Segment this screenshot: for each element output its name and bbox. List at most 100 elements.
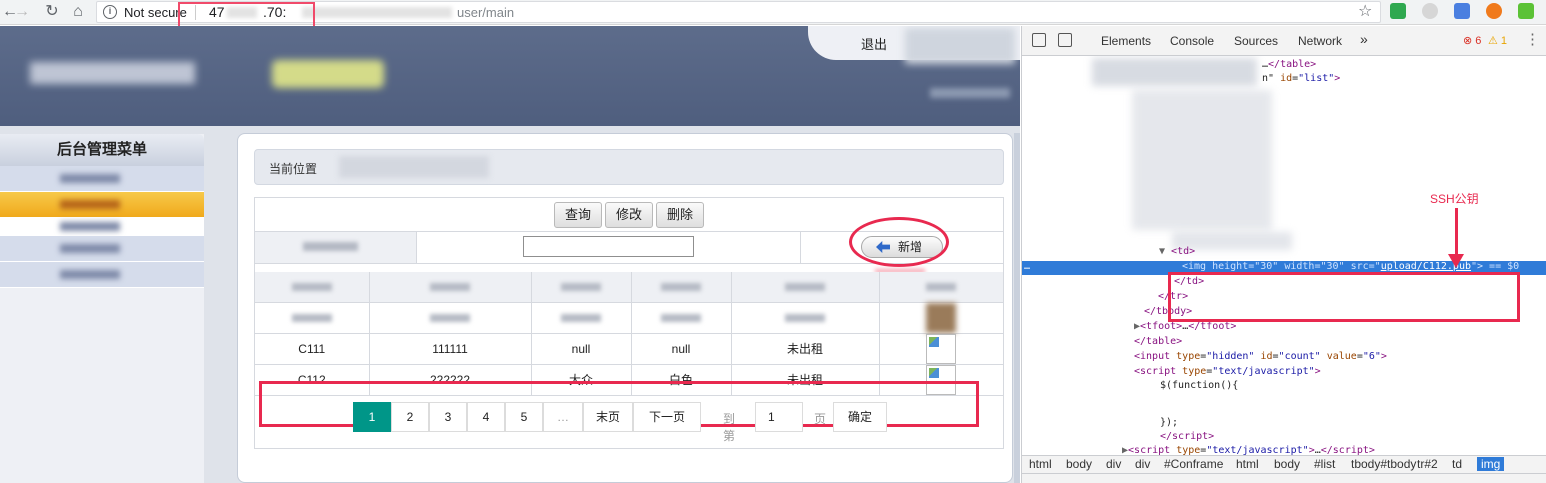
add-button-highlight bbox=[849, 217, 949, 267]
table-cell: 111111 bbox=[369, 333, 532, 365]
url-path: user/main bbox=[457, 5, 515, 20]
tab-elements[interactable]: Elements bbox=[1101, 34, 1151, 48]
code-line: …</table> bbox=[1262, 59, 1317, 70]
reload-icon[interactable]: ↻ bbox=[42, 2, 62, 22]
table-cell bbox=[631, 302, 732, 334]
tab-console[interactable]: Console bbox=[1170, 34, 1214, 48]
device-toolbar-icon[interactable] bbox=[1058, 33, 1072, 47]
crumb-conframe[interactable]: #Conframe bbox=[1164, 457, 1223, 471]
translate-extension-icon[interactable] bbox=[1454, 3, 1470, 19]
confirm-button[interactable]: 确定 bbox=[833, 402, 887, 432]
crumb-tbody[interactable]: tbody#tbody bbox=[1351, 457, 1416, 471]
page-5-button[interactable]: 5 bbox=[505, 402, 543, 432]
car-thumbnail[interactable] bbox=[926, 302, 957, 333]
crumb-body[interactable]: body bbox=[1274, 457, 1300, 471]
edit-button[interactable]: 修改 bbox=[605, 202, 654, 228]
extension-icon[interactable] bbox=[1422, 3, 1438, 19]
sidebar-item[interactable] bbox=[0, 236, 204, 262]
header-redacted bbox=[430, 282, 470, 291]
table-row[interactable] bbox=[255, 302, 1003, 334]
sidebar-item-active[interactable] bbox=[0, 192, 204, 218]
code-line[interactable]: ▼ <td> bbox=[1159, 245, 1195, 259]
site-logo-image bbox=[272, 60, 384, 88]
goto-page-input[interactable]: 1 bbox=[755, 402, 803, 432]
code-line: </script> bbox=[1160, 431, 1215, 442]
next-page-button[interactable]: 下一页 bbox=[633, 402, 701, 432]
crumb-list[interactable]: #list bbox=[1314, 457, 1335, 471]
crumb-img[interactable]: img bbox=[1477, 457, 1505, 471]
info-icon[interactable]: i bbox=[103, 5, 117, 19]
header-redacted bbox=[561, 282, 601, 291]
page-3-button[interactable]: 3 bbox=[429, 402, 467, 432]
code-line[interactable]: </table> bbox=[1134, 335, 1182, 349]
crumb-body[interactable]: body bbox=[1066, 457, 1092, 471]
code-redacted bbox=[1092, 58, 1257, 86]
crumb-td[interactable]: td bbox=[1452, 457, 1462, 471]
search-label-cell bbox=[255, 232, 417, 263]
column-header bbox=[879, 272, 1003, 303]
page-unit-label: 页 bbox=[814, 412, 827, 426]
last-page-button[interactable]: 末页 bbox=[583, 402, 633, 432]
query-button[interactable]: 查询 bbox=[554, 202, 603, 228]
warning-count[interactable]: ⚠ 1 bbox=[1488, 34, 1507, 47]
extension-icon[interactable] bbox=[1486, 3, 1502, 19]
code-line[interactable]: <script type="text/javascript"> bbox=[1134, 365, 1321, 379]
column-header bbox=[631, 272, 732, 303]
selection-dots: … bbox=[1024, 261, 1031, 272]
search-input[interactable] bbox=[523, 236, 694, 257]
crumb-html[interactable]: html bbox=[1029, 457, 1052, 471]
table-row[interactable]: C111 111111 null null 未出租 bbox=[255, 333, 1003, 365]
column-header bbox=[531, 272, 632, 303]
column-header bbox=[369, 272, 532, 303]
devtools-menu-icon[interactable]: ⋮ bbox=[1525, 30, 1540, 48]
sidebar-item-label-redacted bbox=[60, 270, 120, 279]
sidebar-item[interactable] bbox=[0, 218, 204, 236]
dom-breadcrumbs: html body div div #Conframe html body #l… bbox=[1022, 455, 1546, 473]
tab-network[interactable]: Network bbox=[1298, 34, 1342, 48]
code-line: $(function(){ bbox=[1160, 380, 1239, 391]
table-cell: null bbox=[631, 333, 732, 365]
tab-sources[interactable]: Sources bbox=[1234, 34, 1278, 48]
table-cell: null bbox=[531, 333, 632, 365]
crumb-div[interactable]: div bbox=[1135, 457, 1150, 471]
home-icon[interactable]: ⌂ bbox=[68, 2, 88, 22]
forward-icon[interactable]: → bbox=[12, 2, 32, 22]
devtools-panel: Elements Console Sources Network » ⊗ 6 ⚠… bbox=[1021, 26, 1546, 483]
crumb-div[interactable]: div bbox=[1106, 457, 1121, 471]
table-cell: 未出租 bbox=[731, 333, 880, 365]
page-4-button[interactable]: 4 bbox=[467, 402, 505, 432]
shield-extension-icon[interactable] bbox=[1390, 3, 1406, 19]
error-count[interactable]: ⊗ 6 bbox=[1463, 34, 1481, 47]
extension-icon[interactable] bbox=[1518, 3, 1534, 19]
crumb-tr[interactable]: tr#2 bbox=[1417, 457, 1438, 471]
goto-label: 到第 bbox=[723, 412, 736, 443]
table-cell bbox=[531, 302, 632, 334]
sidebar-item-label-redacted bbox=[60, 244, 120, 253]
site-banner: 退出 bbox=[0, 26, 1020, 126]
site-logo-redacted bbox=[30, 62, 195, 84]
breadcrumb-label: 当前位置 bbox=[269, 162, 318, 176]
header-redacted bbox=[661, 282, 701, 291]
page-2-button[interactable]: 2 bbox=[391, 402, 429, 432]
top-user-bar: 退出 bbox=[808, 26, 1020, 64]
delete-button[interactable]: 删除 bbox=[656, 202, 705, 228]
table-header-row bbox=[255, 272, 1003, 303]
bookmark-star-icon[interactable]: ☆ bbox=[1358, 1, 1372, 21]
broken-image-icon[interactable] bbox=[926, 333, 957, 364]
page-1-button[interactable]: 1 bbox=[353, 402, 391, 432]
code-line[interactable]: ▶<tfoot>…</tfoot> bbox=[1134, 320, 1236, 334]
code-redacted bbox=[1132, 90, 1272, 230]
cell-redacted bbox=[430, 313, 470, 322]
devtools-drawer-tabs bbox=[1022, 473, 1546, 483]
sidebar-item-label-redacted bbox=[60, 222, 120, 231]
sidebar-item[interactable] bbox=[0, 166, 204, 192]
more-tabs-icon[interactable]: » bbox=[1360, 31, 1368, 47]
code-line[interactable]: <input type="hidden" id="count" value="6… bbox=[1134, 350, 1387, 364]
sidebar-item[interactable] bbox=[0, 262, 204, 288]
sidebar-menu: 后台管理菜单 bbox=[0, 134, 204, 483]
logout-link[interactable]: 退出 bbox=[861, 34, 887, 53]
header-redacted bbox=[926, 282, 957, 291]
crumb-html[interactable]: html bbox=[1236, 457, 1259, 471]
scrollbar[interactable] bbox=[1014, 133, 1020, 483]
inspect-element-icon[interactable] bbox=[1032, 33, 1046, 47]
